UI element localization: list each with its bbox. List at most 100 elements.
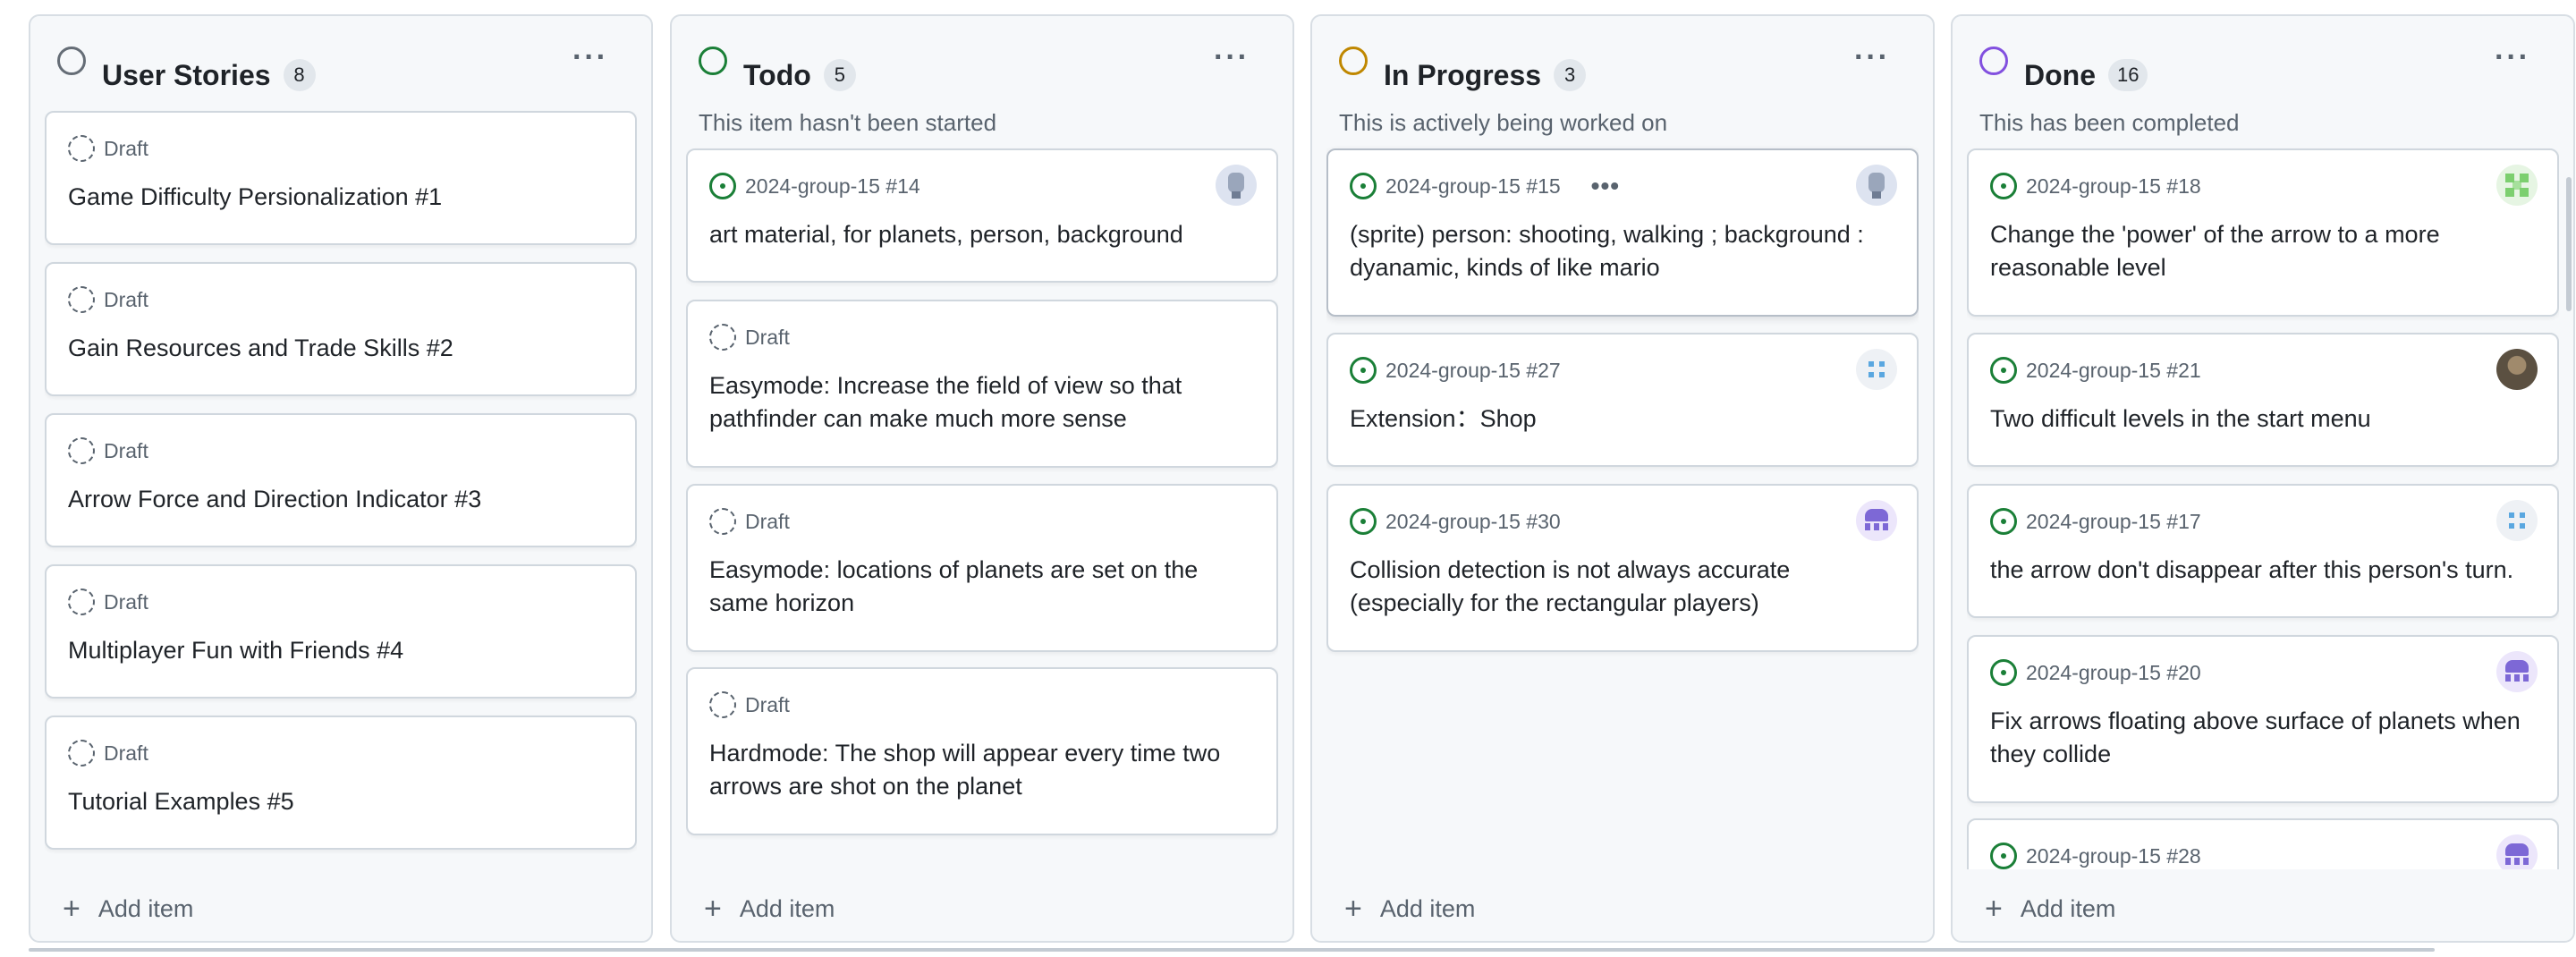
item-card[interactable]: 2024-group-15 #21 Two difficult levels in… [1967, 333, 2559, 467]
draft-icon [68, 135, 95, 162]
assignee-avatar[interactable] [2496, 349, 2538, 390]
open-issue-icon [1990, 508, 2017, 535]
open-issue-icon [1350, 173, 1377, 199]
card-meta-text: Draft [745, 510, 790, 533]
column-done: Done 16 ··· This has been completed 2024-gro… [1951, 14, 2575, 943]
card-title[interactable]: Easymode: Increase the field of view so … [709, 369, 1241, 436]
draft-icon [709, 691, 736, 718]
card-title[interactable]: Two difficult levels in the start menu [1990, 402, 2521, 436]
card-meta-text[interactable]: 2024-group-15 #27 [1385, 356, 1561, 385]
horizontal-scrollbar[interactable] [29, 948, 2435, 952]
card-title[interactable]: Collision detection is not always accura… [1350, 554, 1881, 620]
card-title[interactable]: Extension：Shop [1350, 402, 1881, 436]
card-title[interactable]: Multiplayer Fun with Friends #4 [68, 634, 599, 667]
item-card[interactable]: Draft Gain Resources and Trade Skills #2 [45, 262, 637, 396]
card-meta-text[interactable]: 2024-group-15 #15 [1385, 172, 1561, 200]
column-todo: Todo 5 ··· This item hasn't been started 202… [670, 14, 1294, 943]
card-meta: Draft [709, 323, 790, 351]
assignee-avatar[interactable] [2496, 165, 2538, 206]
add-item-label: Add item [97, 895, 194, 922]
card-title[interactable]: Gain Resources and Trade Skills #2 [68, 332, 599, 365]
add-item-button[interactable]: + Add item [1985, 893, 2115, 925]
assignee-avatar[interactable] [1216, 165, 1257, 206]
add-item-button[interactable]: + Add item [704, 893, 835, 925]
card-meta: 2024-group-15 #27 [1350, 356, 1561, 385]
plus-icon: + [1985, 892, 2003, 926]
column-user-stories: User Stories 8 ··· Draft Game Difficulty Per… [29, 14, 653, 943]
plus-icon: + [1344, 892, 1362, 926]
item-card[interactable]: 2024-group-15 #17 the arrow don't disappe… [1967, 484, 2559, 618]
item-card[interactable]: 2024-group-15 #18 Change the 'power' of t… [1967, 148, 2559, 317]
item-card[interactable]: 2024-group-15 #27 Extension：Shop [1326, 333, 1919, 467]
item-card[interactable]: Draft Game Difficulty Persionalization #1 [45, 111, 637, 245]
draft-icon [68, 740, 95, 766]
add-item-button[interactable]: + Add item [63, 893, 193, 925]
column-in-progress: In Progress 3 ··· This is actively being wo… [1310, 14, 1935, 943]
card-list: 2024-group-15 #15 ••• (sprite) person: sho… [1326, 16, 1919, 869]
card-meta: 2024-group-15 #30 [1350, 507, 1561, 536]
card-title[interactable]: the arrow don't disappear after this per… [1990, 554, 2521, 587]
card-title[interactable]: Game Difficulty Persionalization #1 [68, 181, 599, 214]
item-card[interactable]: Draft Tutorial Examples #5 [45, 716, 637, 850]
card-meta: 2024-group-15 #14 [709, 172, 920, 200]
assignee-avatar[interactable] [2496, 651, 2538, 692]
card-title[interactable]: Hardmode: The shop will appear every tim… [709, 737, 1241, 803]
project-board: User Stories 8 ··· Draft Game Difficulty Per… [0, 0, 2576, 957]
card-title[interactable]: art material, for planets, person, backg… [709, 218, 1241, 251]
card-meta: Draft [68, 739, 148, 767]
card-meta: 2024-group-15 #17 [1990, 507, 2201, 536]
card-meta-text[interactable]: 2024-group-15 #28 [2026, 842, 2201, 869]
add-item-label: Add item [2020, 895, 2116, 922]
open-issue-icon [1990, 659, 2017, 686]
open-issue-icon [1350, 357, 1377, 384]
card-title[interactable]: Fix arrows floating above surface of pla… [1990, 705, 2521, 771]
open-issue-icon [1990, 357, 2017, 384]
open-issue-icon [1350, 508, 1377, 535]
card-meta: 2024-group-15 #28 [1990, 842, 2201, 869]
assignee-avatar[interactable] [2496, 500, 2538, 541]
card-meta-text[interactable]: 2024-group-15 #20 [2026, 658, 2201, 687]
card-meta-text: Draft [745, 693, 790, 716]
card-title[interactable]: Arrow Force and Direction Indicator #3 [68, 483, 599, 516]
card-meta: 2024-group-15 #18 [1990, 172, 2201, 200]
card-title[interactable]: (sprite) person: shooting, walking ; bac… [1350, 218, 1881, 284]
item-card[interactable]: Draft Arrow Force and Direction Indicator… [45, 413, 637, 547]
draft-icon [709, 508, 736, 535]
assignee-avatar[interactable] [1856, 165, 1897, 206]
card-title[interactable]: Tutorial Examples #5 [68, 785, 599, 818]
plus-icon: + [63, 892, 80, 926]
add-item-label: Add item [739, 895, 835, 922]
card-meta-text[interactable]: 2024-group-15 #17 [2026, 507, 2201, 536]
card-meta-text: Draft [104, 137, 148, 160]
item-card[interactable]: 2024-group-15 #15 ••• (sprite) person: sho… [1326, 148, 1919, 317]
card-meta-text: Draft [104, 439, 148, 462]
card-list: 2024-group-15 #18 Change the 'power' of t… [1967, 16, 2559, 869]
item-card[interactable]: Draft Hardmode: The shop will appear ever… [686, 667, 1278, 835]
card-title[interactable]: Easymode: locations of planets are set o… [709, 554, 1241, 620]
item-card[interactable]: 2024-group-15 #20 Fix arrows floating abo… [1967, 635, 2559, 803]
assignee-avatar[interactable] [1856, 500, 1897, 541]
add-item-button[interactable]: + Add item [1344, 893, 1475, 925]
add-item-label: Add item [1379, 895, 1476, 922]
column-scrollbar[interactable] [2566, 177, 2572, 311]
card-meta-text[interactable]: 2024-group-15 #21 [2026, 356, 2201, 385]
card-meta: Draft [68, 588, 148, 616]
item-card[interactable]: Draft Multiplayer Fun with Friends #4 [45, 564, 637, 699]
item-card[interactable]: Draft Easymode: Increase the field of vie… [686, 300, 1278, 468]
item-card[interactable]: 2024-group-15 #30 Collision detection is … [1326, 484, 1919, 652]
item-card[interactable]: Draft Easymode: locations of planets are … [686, 484, 1278, 652]
card-meta-text: Draft [745, 326, 790, 349]
card-meta-text[interactable]: 2024-group-15 #18 [2026, 172, 2201, 200]
assignee-avatar[interactable] [2496, 834, 2538, 869]
card-menu-icon[interactable]: ••• [1591, 174, 1620, 199]
card-meta-text: Draft [104, 590, 148, 614]
item-card[interactable]: 2024-group-15 #14 art material, for plane… [686, 148, 1278, 283]
card-title[interactable]: Change the 'power' of the arrow to a mor… [1990, 218, 2521, 284]
card-meta-text[interactable]: 2024-group-15 #30 [1385, 507, 1561, 536]
draft-icon [68, 589, 95, 615]
assignee-avatar[interactable] [1856, 349, 1897, 390]
card-meta: 2024-group-15 #21 [1990, 356, 2201, 385]
card-meta-text[interactable]: 2024-group-15 #14 [745, 172, 920, 200]
draft-icon [68, 286, 95, 313]
item-card[interactable]: 2024-group-15 #28 [1967, 818, 2559, 869]
